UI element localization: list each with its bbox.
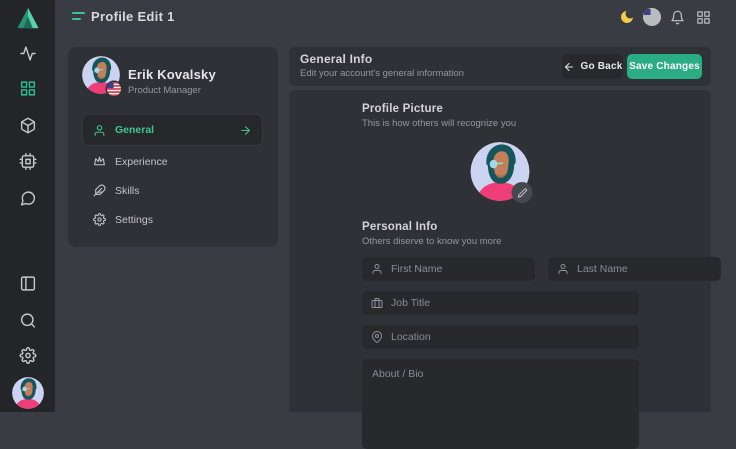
nav-item-label: Settings bbox=[115, 214, 153, 226]
briefcase-icon bbox=[371, 297, 383, 309]
save-changes-label: Save Changes bbox=[629, 61, 700, 72]
feather-icon bbox=[93, 184, 106, 197]
icon-rail bbox=[0, 0, 55, 412]
general-info-panel: Profile Picture This is how others will … bbox=[289, 90, 711, 412]
gear-icon[interactable] bbox=[19, 347, 36, 364]
nav-item-label: Experience bbox=[115, 156, 168, 168]
save-changes-button[interactable]: Save Changes bbox=[627, 54, 702, 79]
package-box-icon[interactable] bbox=[19, 117, 36, 134]
job-title-field bbox=[362, 291, 639, 315]
profile-card: Erik Kovalsky Product Manager General Ex… bbox=[68, 47, 278, 247]
profile-picture bbox=[471, 142, 530, 201]
profile-role: Product Manager bbox=[128, 85, 201, 96]
location-input[interactable] bbox=[391, 331, 630, 343]
activity-icon[interactable] bbox=[19, 45, 36, 62]
user-icon bbox=[371, 263, 383, 275]
cpu-icon[interactable] bbox=[19, 153, 36, 170]
profile-nav: General Experience Skills Settings bbox=[82, 114, 263, 234]
personal-info-subtitle: Others diserve to know you more bbox=[362, 236, 639, 247]
us-flag-badge-icon bbox=[107, 82, 121, 96]
moon-icon[interactable] bbox=[619, 9, 635, 25]
page-title: Profile Edit 1 bbox=[91, 9, 175, 24]
last-name-field bbox=[548, 257, 721, 281]
profile-name: Erik Kovalsky bbox=[128, 67, 216, 82]
user-icon bbox=[93, 124, 106, 137]
nav-item-label: General bbox=[115, 124, 154, 136]
chat-bubble-icon[interactable] bbox=[19, 190, 36, 207]
profile-picture-title: Profile Picture bbox=[362, 103, 639, 115]
first-name-input[interactable] bbox=[391, 263, 526, 275]
menu-toggle-icon[interactable] bbox=[72, 12, 86, 22]
section-title: General Info bbox=[300, 52, 372, 66]
last-name-input[interactable] bbox=[577, 263, 712, 275]
about-bio-input[interactable] bbox=[362, 359, 639, 449]
section-subtitle: Edit your account's general information bbox=[300, 68, 464, 79]
crown-icon bbox=[93, 155, 106, 168]
main-header: General Info Edit your account's general… bbox=[289, 47, 711, 86]
layout-panel-icon[interactable] bbox=[19, 275, 36, 292]
nav-item-label: Skills bbox=[115, 185, 140, 197]
personal-info-form bbox=[362, 257, 639, 449]
dashboard-grid-icon[interactable] bbox=[19, 80, 36, 97]
apps-grid-icon[interactable] bbox=[696, 10, 711, 25]
job-title-input[interactable] bbox=[391, 297, 630, 309]
personal-info-title: Personal Info bbox=[362, 221, 639, 233]
edit-avatar-button[interactable] bbox=[512, 182, 533, 203]
pencil-icon bbox=[517, 188, 527, 198]
nav-item-settings[interactable]: Settings bbox=[82, 205, 263, 234]
map-pin-icon bbox=[371, 331, 383, 343]
arrow-right-icon bbox=[239, 124, 252, 137]
profile-picture-subtitle: This is how others will recognize you bbox=[362, 118, 639, 129]
us-flag-icon[interactable] bbox=[643, 8, 661, 26]
search-icon[interactable] bbox=[19, 312, 36, 329]
go-back-button[interactable]: Go Back bbox=[562, 54, 623, 79]
bell-icon[interactable] bbox=[670, 10, 685, 25]
first-name-field bbox=[362, 257, 535, 281]
go-back-label: Go Back bbox=[581, 61, 623, 72]
arrow-left-icon bbox=[563, 61, 575, 73]
nav-item-skills[interactable]: Skills bbox=[82, 176, 263, 205]
user-avatar[interactable] bbox=[12, 377, 44, 409]
nav-item-general[interactable]: General bbox=[82, 114, 263, 146]
app-logo-icon[interactable] bbox=[16, 7, 39, 29]
location-field bbox=[362, 325, 639, 349]
gear-icon bbox=[93, 213, 106, 226]
nav-item-experience[interactable]: Experience bbox=[82, 147, 263, 176]
user-icon bbox=[557, 263, 569, 275]
